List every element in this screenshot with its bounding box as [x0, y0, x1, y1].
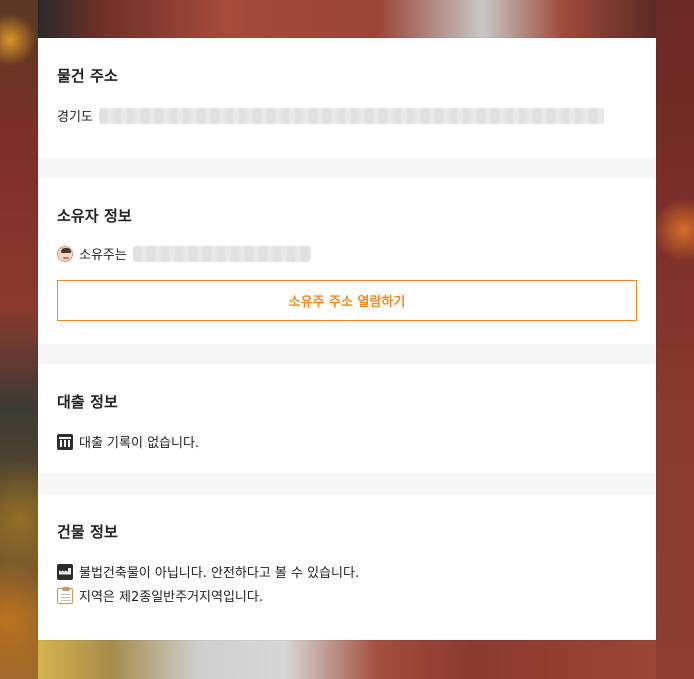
background-top	[38, 0, 656, 38]
building-zone-line: 지역은 제2종일반주거지역입니다.	[57, 586, 263, 605]
section-title-property-address: 물건 주소	[57, 67, 118, 85]
bank-icon	[57, 433, 73, 450]
section-title-loan-info: 대출 정보	[57, 393, 118, 411]
clipboard-icon	[57, 586, 73, 604]
section-divider	[38, 158, 656, 178]
owner-line: 소유주는	[57, 244, 311, 263]
owner-name-redacted	[132, 245, 311, 262]
section-divider	[38, 344, 656, 364]
property-address-line: 경기도	[57, 106, 604, 125]
background-left	[0, 0, 38, 679]
section-building-info: 건물 정보 불법건축물이 아닙니다. 안전하다고 볼 수 있습니다. 지역은 제…	[38, 494, 656, 640]
section-title-building-info: 건물 정보	[57, 523, 118, 541]
property-report-card: 물건 주소 경기도 소유자 정보 소유주는 소유주 주소 열람하기 대출 정보 …	[38, 38, 656, 640]
background-right	[656, 0, 694, 679]
section-loan-info: 대출 정보 대출 기록이 없습니다.	[38, 364, 656, 474]
background-bottom	[38, 640, 656, 679]
person-face-icon	[57, 245, 73, 262]
loan-status-text: 대출 기록이 없습니다.	[79, 436, 200, 451]
section-owner-info: 소유자 정보 소유주는 소유주 주소 열람하기	[38, 178, 656, 344]
section-divider	[38, 474, 656, 494]
reveal-owner-address-button[interactable]: 소유주 주소 열람하기	[57, 280, 637, 321]
owner-label: 소유주는	[79, 248, 127, 263]
loan-line: 대출 기록이 없습니다.	[57, 432, 199, 451]
address-prefix: 경기도	[57, 110, 93, 125]
section-property-address: 물건 주소 경기도	[38, 38, 656, 158]
section-title-owner-info: 소유자 정보	[57, 207, 132, 225]
building-illegal-line: 불법건축물이 아닙니다. 안전하다고 볼 수 있습니다.	[57, 562, 359, 581]
building-illegal-status: 불법건축물이 아닙니다. 안전하다고 볼 수 있습니다.	[79, 566, 360, 581]
factory-icon	[57, 563, 73, 580]
building-zone-status: 지역은 제2종일반주거지역입니다.	[79, 590, 263, 605]
address-redacted	[98, 107, 604, 124]
